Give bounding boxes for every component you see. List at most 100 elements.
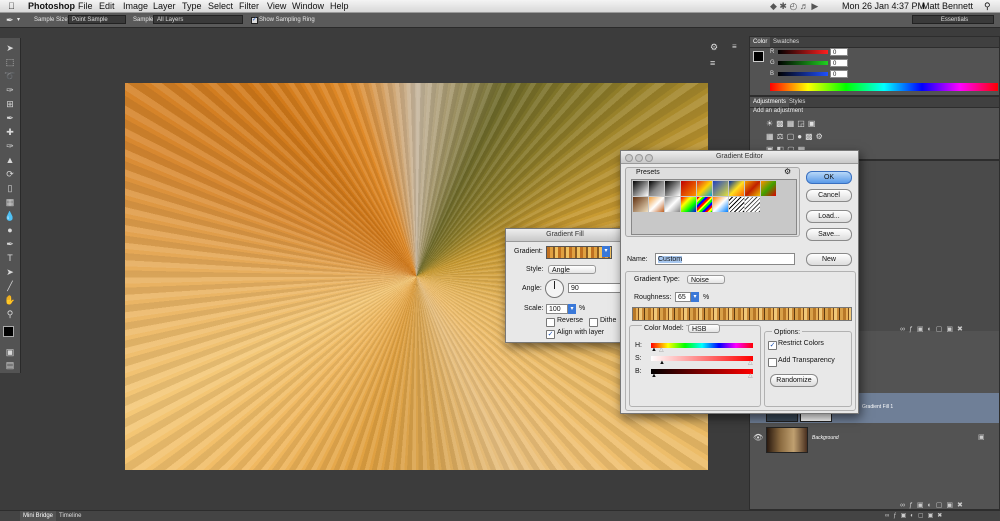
menu-filter[interactable]: Filter	[239, 0, 259, 12]
history-panel-icon[interactable]: ⚙	[710, 42, 724, 52]
cancel-button[interactable]: Cancel	[806, 189, 852, 202]
ok-button[interactable]: OK	[806, 171, 852, 184]
window-close-button[interactable]	[625, 154, 633, 162]
preset-swatch[interactable]	[713, 181, 728, 196]
workspace-switcher[interactable]: Essentials	[912, 15, 994, 24]
lasso-tool-icon[interactable]: ➰	[3, 70, 17, 83]
load-button[interactable]: Load...	[806, 210, 852, 223]
saturation-slider[interactable]	[651, 356, 753, 361]
tab-swatches[interactable]: Swatches	[770, 37, 802, 47]
eyedropper-tool-icon[interactable]: ✒	[3, 112, 17, 125]
blur-tool-icon[interactable]: 💧	[3, 210, 17, 223]
preset-swatch[interactable]	[633, 197, 648, 212]
sample-select[interactable]: All Layers	[153, 15, 243, 24]
eraser-tool-icon[interactable]: ▯	[3, 182, 17, 195]
channel-b-slider[interactable]	[778, 72, 828, 76]
sample-size-select[interactable]: Point Sample	[68, 15, 126, 24]
preset-swatch[interactable]	[697, 197, 712, 212]
brightness-slider[interactable]	[651, 369, 753, 374]
window-minimize-button[interactable]	[635, 154, 643, 162]
dodge-tool-icon[interactable]: ●	[3, 224, 17, 237]
preset-swatch[interactable]	[745, 197, 760, 212]
gradient-dropdown-arrow[interactable]: ▾	[602, 246, 610, 257]
path-select-icon[interactable]: ➤	[3, 266, 17, 279]
menu-help[interactable]: Help	[330, 0, 349, 12]
channel-r-slider[interactable]	[778, 50, 828, 54]
presets-grid[interactable]	[631, 179, 797, 235]
move-tool-icon[interactable]: ➤	[3, 42, 17, 55]
add-transparency-checkbox[interactable]	[768, 358, 777, 367]
menu-type[interactable]: Type	[182, 0, 202, 12]
brightness-min-handle[interactable]: ▲	[651, 373, 657, 379]
eyedropper-icon[interactable]: ✒	[6, 13, 14, 27]
tab-adjustments[interactable]: Adjustments	[750, 97, 790, 107]
shape-tool-icon[interactable]: ╱	[3, 280, 17, 293]
quick-mask-icon[interactable]: ▣	[3, 346, 17, 359]
presets-gear-icon[interactable]: ⚙	[784, 167, 791, 176]
preset-swatch[interactable]	[681, 197, 696, 212]
app-menu[interactable]: Photoshop	[28, 0, 75, 12]
color-fg-swatch[interactable]	[753, 51, 764, 62]
tool-preset-arrow[interactable]: ▾	[17, 13, 20, 27]
menu-file[interactable]: File	[78, 0, 93, 12]
roughness-dropdown-arrow[interactable]: ▾	[691, 292, 699, 302]
preset-swatch[interactable]	[713, 197, 728, 212]
menu-view[interactable]: View	[267, 0, 286, 12]
menu-layer[interactable]: Layer	[153, 0, 176, 12]
preset-swatch[interactable]	[633, 181, 648, 196]
preset-swatch[interactable]	[649, 181, 664, 196]
color-model-select[interactable]: HSB	[688, 324, 720, 333]
channel-g-value[interactable]: 0	[830, 59, 848, 67]
menu-image[interactable]: Image	[123, 0, 148, 12]
clock[interactable]: Mon 26 Jan 4:37 PM	[842, 0, 925, 12]
name-input[interactable]: Custom	[655, 253, 795, 265]
save-button[interactable]: Save...	[806, 228, 852, 241]
preset-swatch[interactable]	[697, 181, 712, 196]
angle-dial[interactable]	[545, 279, 564, 298]
menu-edit[interactable]: Edit	[99, 0, 115, 12]
pen-tool-icon[interactable]: ✒	[3, 238, 17, 251]
color-ramp[interactable]	[770, 83, 998, 91]
menu-window[interactable]: Window	[292, 0, 324, 12]
foreground-color-swatch[interactable]	[3, 326, 14, 337]
preset-swatch[interactable]	[729, 197, 744, 212]
new-button[interactable]: New	[806, 253, 852, 266]
reverse-checkbox[interactable]	[546, 318, 555, 327]
randomize-button[interactable]: Randomize	[770, 374, 818, 387]
visibility-eye-icon[interactable]: 👁	[753, 433, 763, 442]
scale-input[interactable]: 100	[546, 304, 568, 314]
brightness-max-handle[interactable]: △	[748, 373, 753, 379]
restrict-colors-checkbox[interactable]: ✓	[768, 341, 777, 350]
show-ring-checkbox[interactable]: ✓	[251, 17, 258, 24]
preset-swatch[interactable]	[729, 181, 744, 196]
roughness-input[interactable]: 65	[675, 292, 691, 302]
window-zoom-button[interactable]	[645, 154, 653, 162]
layer-row[interactable]: 👁 Background ▣	[750, 424, 999, 454]
zoom-tool-icon[interactable]: ⚲	[3, 308, 17, 321]
menu-select[interactable]: Select	[208, 0, 233, 12]
channel-b-value[interactable]: 0	[830, 70, 848, 78]
align-checkbox[interactable]: ✓	[546, 330, 555, 339]
status-icons[interactable]: ◆ ✱ ◴ ♬ ▶	[770, 0, 818, 12]
gradient-type-select[interactable]: Noise	[687, 275, 725, 284]
style-select[interactable]: Angle	[548, 265, 596, 274]
clone-stamp-icon[interactable]: ▲	[3, 154, 17, 167]
apple-icon[interactable]: 	[8, 0, 15, 12]
brush-tool-icon[interactable]: ✑	[3, 140, 17, 153]
preset-swatch[interactable]	[745, 181, 760, 196]
angle-input[interactable]: 90	[568, 283, 624, 293]
type-tool-icon[interactable]: T	[3, 252, 17, 265]
scale-dropdown-arrow[interactable]: ▾	[568, 304, 576, 314]
tab-color[interactable]: Color	[750, 37, 771, 47]
user-name[interactable]: Matt Bennett	[922, 0, 973, 12]
preset-swatch[interactable]	[649, 197, 664, 212]
saturation-max-handle[interactable]: △	[748, 360, 753, 366]
preset-swatch[interactable]	[665, 181, 680, 196]
screen-mode-icon[interactable]: ▤	[3, 359, 17, 372]
channel-g-slider[interactable]	[778, 61, 828, 65]
properties-panel-icon[interactable]: ≡	[710, 58, 724, 68]
preset-swatch[interactable]	[761, 181, 776, 196]
gradient-tool-icon[interactable]: ▦	[3, 196, 17, 209]
tab-styles[interactable]: Styles	[786, 97, 808, 107]
dither-checkbox[interactable]	[589, 318, 598, 327]
